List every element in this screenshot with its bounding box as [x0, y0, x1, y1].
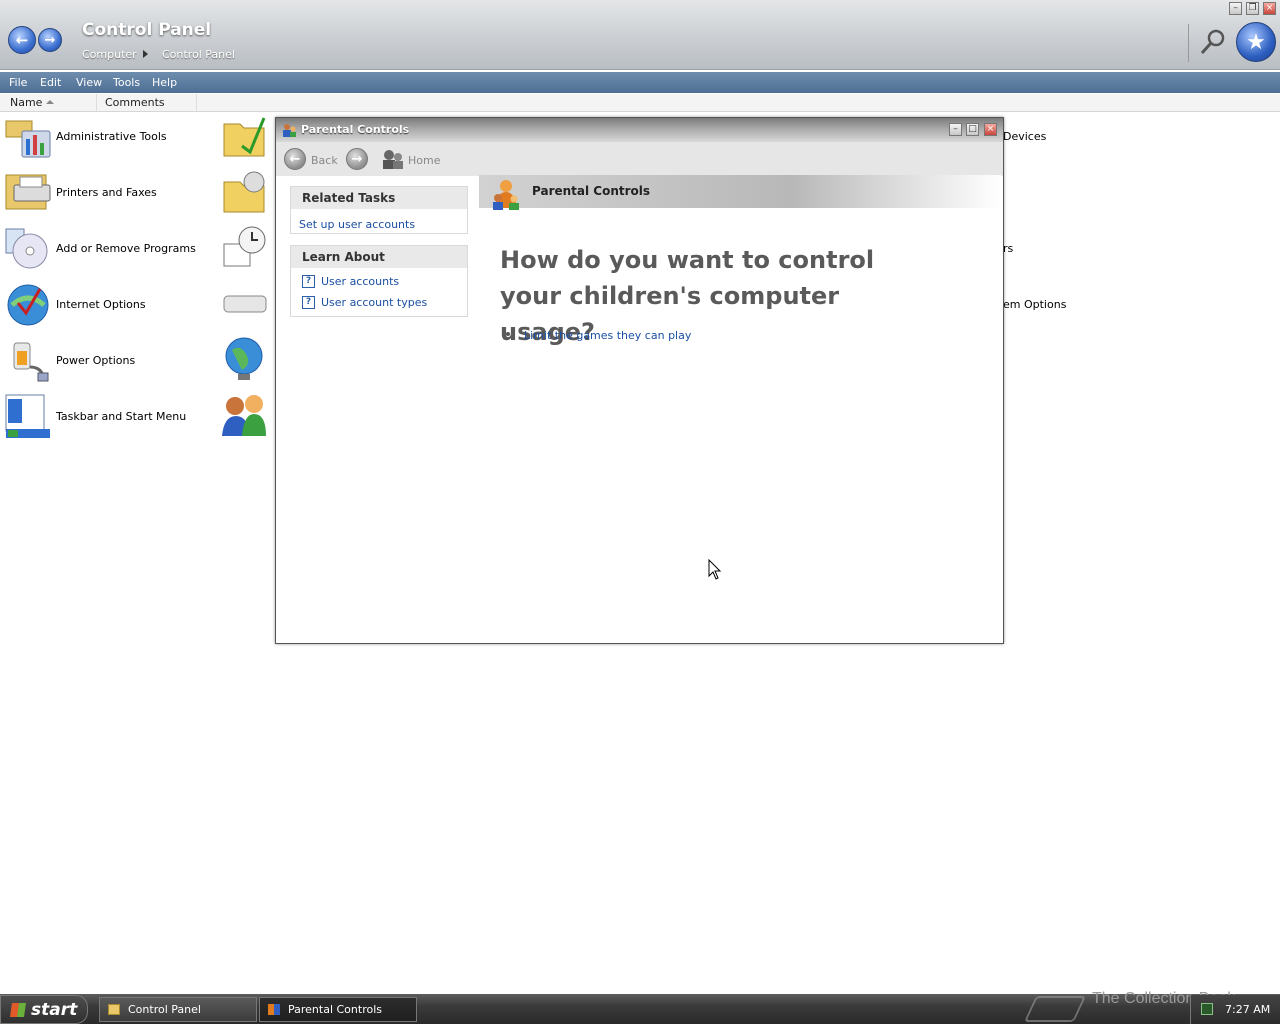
- dialog-forward-icon[interactable]: →: [346, 148, 368, 170]
- clock[interactable]: 7:27 AM: [1225, 1003, 1270, 1016]
- sort-ascending-icon: [46, 100, 54, 104]
- folder-options-icon[interactable]: [220, 168, 268, 214]
- bullet-icon: [506, 332, 510, 336]
- set-up-user-accounts-link[interactable]: Set up user accounts: [299, 216, 459, 233]
- taskbar-button-control-panel[interactable]: Control Panel: [99, 997, 257, 1022]
- restore-button[interactable]: ❐: [1246, 2, 1259, 15]
- related-tasks-header: Related Tasks: [291, 187, 467, 209]
- cp-items-col2: [220, 112, 272, 438]
- taskbar-icon: [5, 394, 50, 438]
- dialog-title: Parental Controls: [301, 123, 410, 136]
- banner-title: Parental Controls: [532, 184, 651, 198]
- cp-item-power-options[interactable]: Power Options: [4, 336, 214, 384]
- close-button[interactable]: ×: [1263, 2, 1276, 15]
- dialog-nav-bar: ← Back → Home: [276, 142, 1003, 176]
- parental-controls-banner-icon: [493, 180, 519, 210]
- cp-item-label: Taskbar and Start Menu: [56, 409, 187, 423]
- cp-item-devices-label[interactable]: Devices: [1003, 130, 1046, 143]
- menu-bar: File Edit View Tools Help: [0, 72, 1280, 93]
- folder-check-icon[interactable]: [220, 112, 268, 158]
- printer-icon: [5, 174, 51, 210]
- back-button[interactable]: ←: [8, 26, 36, 54]
- power-options-icon: [13, 342, 49, 382]
- related-tasks-panel: Related Tasks Set up user accounts: [290, 186, 468, 234]
- start-label: start: [31, 999, 78, 1020]
- cp-item-printers[interactable]: Printers and Faxes: [4, 168, 214, 216]
- keyboard-icon[interactable]: [220, 280, 268, 326]
- parental-controls-small-icon: [268, 1004, 280, 1015]
- cp-item-label: Power Options: [56, 353, 136, 367]
- mouse-cursor-icon: [708, 559, 722, 580]
- menu-view[interactable]: View: [76, 76, 102, 89]
- windows-flag-icon: [10, 1002, 26, 1017]
- favorites-star-icon[interactable]: ★: [1236, 22, 1276, 62]
- dialog-back-icon[interactable]: ←: [284, 148, 306, 170]
- content-banner: Parental Controls: [479, 175, 1001, 210]
- minimize-button[interactable]: –: [1229, 2, 1242, 15]
- menu-file[interactable]: File: [9, 76, 27, 89]
- cp-item-label: Printers and Faxes: [56, 185, 157, 199]
- column-comments[interactable]: Comments: [105, 96, 165, 109]
- learn-about-header: Learn About: [291, 246, 467, 268]
- dialog-maximize-button[interactable]: □: [966, 123, 979, 136]
- column-divider[interactable]: [96, 94, 97, 111]
- help-question-icon: ?: [302, 296, 315, 309]
- cp-item-label: Administrative Tools: [56, 129, 167, 143]
- menu-tools[interactable]: Tools: [113, 76, 140, 89]
- breadcrumb-computer[interactable]: Computer: [82, 48, 137, 61]
- admin-tools-icon: [5, 120, 51, 158]
- learn-about-panel: Learn About ? User accounts ? User accou…: [290, 245, 468, 317]
- taskbar-button-label: Parental Controls: [288, 1003, 382, 1016]
- forward-button[interactable]: →: [38, 28, 62, 52]
- column-name[interactable]: Name: [10, 96, 42, 109]
- add-remove-programs-icon: [5, 228, 48, 269]
- cp-item-label: Internet Options: [56, 297, 146, 311]
- cp-item-admin-tools[interactable]: Administrative Tools: [4, 112, 214, 160]
- cp-item-label: Add or Remove Programs: [56, 241, 196, 255]
- dialog-back-label[interactable]: Back: [311, 154, 338, 167]
- menu-help[interactable]: Help: [152, 76, 177, 89]
- start-button[interactable]: start: [0, 995, 88, 1024]
- internet-options-icon: [7, 284, 49, 326]
- menu-edit[interactable]: Edit: [40, 76, 61, 89]
- window-title: Control Panel: [82, 20, 212, 40]
- window-header: ← → Control Panel Computer Control Panel…: [0, 0, 1280, 70]
- help-question-icon: ?: [302, 275, 315, 288]
- regional-options-globe-icon[interactable]: [220, 336, 268, 382]
- column-divider[interactable]: [196, 94, 197, 111]
- system-tray: 7:27 AM: [1190, 995, 1280, 1024]
- breadcrumb-control-panel[interactable]: Control Panel: [162, 48, 235, 61]
- column-header: Name Comments: [0, 94, 1280, 112]
- user-accounts-icon[interactable]: [220, 392, 268, 438]
- date-time-icon[interactable]: [220, 224, 268, 270]
- dialog-home-label[interactable]: Home: [408, 154, 440, 167]
- cp-items-left: Administrative Tools Printers and Faxes …: [4, 112, 214, 440]
- parental-controls-dialog: Parental Controls – □ × ← Back → Home Re…: [275, 117, 1004, 644]
- limit-games-link[interactable]: Limit the games they can play: [524, 329, 691, 342]
- cp-item-internet-options[interactable]: Internet Options: [4, 280, 214, 328]
- user-account-types-help-link[interactable]: ? User account types: [302, 294, 456, 311]
- control-panel-small-icon: [108, 1004, 120, 1015]
- dialog-minimize-button[interactable]: –: [949, 123, 962, 136]
- cp-item-partial-label[interactable]: rs: [1003, 242, 1013, 255]
- taskbar-button-label: Control Panel: [128, 1003, 201, 1016]
- user-accounts-help-link[interactable]: ? User accounts: [302, 273, 456, 290]
- cp-item-add-remove[interactable]: Add or Remove Programs: [4, 224, 214, 272]
- dialog-close-button[interactable]: ×: [984, 123, 997, 136]
- network-tray-icon[interactable]: [1201, 1003, 1213, 1015]
- cp-item-options-label[interactable]: em Options: [1003, 298, 1066, 311]
- cp-item-taskbar[interactable]: Taskbar and Start Menu: [4, 392, 214, 440]
- dialog-home-icon[interactable]: [381, 148, 405, 170]
- breadcrumb-separator-icon[interactable]: [143, 50, 148, 58]
- parental-controls-icon: [283, 124, 296, 137]
- taskbar-button-parental-controls[interactable]: Parental Controls: [259, 997, 417, 1022]
- header-divider: [1188, 24, 1189, 62]
- user-account-types-link-text[interactable]: User account types: [321, 296, 427, 309]
- search-icon[interactable]: [1198, 27, 1228, 57]
- dialog-titlebar[interactable]: Parental Controls – □ ×: [276, 118, 1003, 142]
- user-accounts-link-text[interactable]: User accounts: [321, 275, 399, 288]
